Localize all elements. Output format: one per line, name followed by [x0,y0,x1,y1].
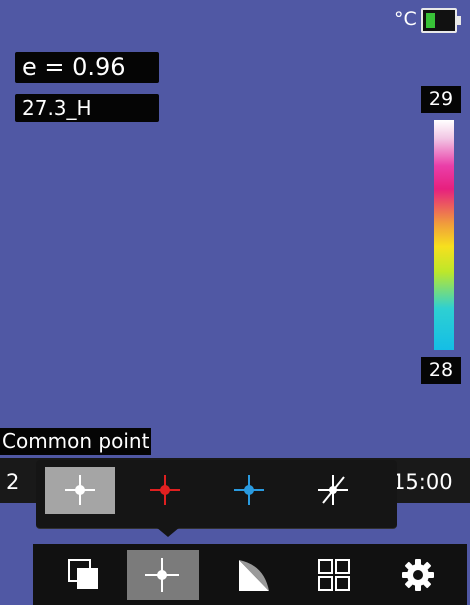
grid-icon [318,559,350,591]
battery-icon [421,8,461,33]
scale-min-label: 28 [421,357,461,384]
point-tool-red[interactable] [130,467,200,514]
scale-max-label: 29 [421,86,461,113]
temperature-unit: °C [394,8,417,30]
gear-icon [402,559,434,591]
status-label: Common point [0,428,152,455]
point-temperature-readout: 27.3_H [15,94,159,122]
point-tool-blue[interactable] [214,467,284,514]
main-menu [33,544,467,605]
crosshair-red-icon [150,475,180,505]
point-tool-off[interactable] [298,467,368,514]
crosshair-white-icon [65,475,95,505]
menu-point-button[interactable] [127,550,199,600]
copy-icon [68,559,98,589]
emissivity-readout: e = 0.96 [15,52,159,83]
menu-layout-button[interactable] [299,550,371,600]
menu-area-button[interactable] [219,550,291,600]
menu-copy-button[interactable] [49,550,121,600]
battery-level [426,13,435,28]
crosshair-blue-icon [234,475,264,505]
menu-settings-button[interactable] [383,550,455,600]
thermal-image-view: °C e = 0.96 27.3_H 29 28 Common point 2 … [0,0,470,605]
battery-tip [457,16,461,25]
measure-area-icon [239,560,269,591]
crosshair-off-icon [318,475,348,505]
point-tool-white[interactable] [45,467,115,514]
submenu-pointer [156,527,180,537]
crosshair-icon [145,558,179,592]
color-scale-bar [434,120,454,350]
point-tool-submenu [36,460,397,529]
status-number: 2 [6,470,20,494]
